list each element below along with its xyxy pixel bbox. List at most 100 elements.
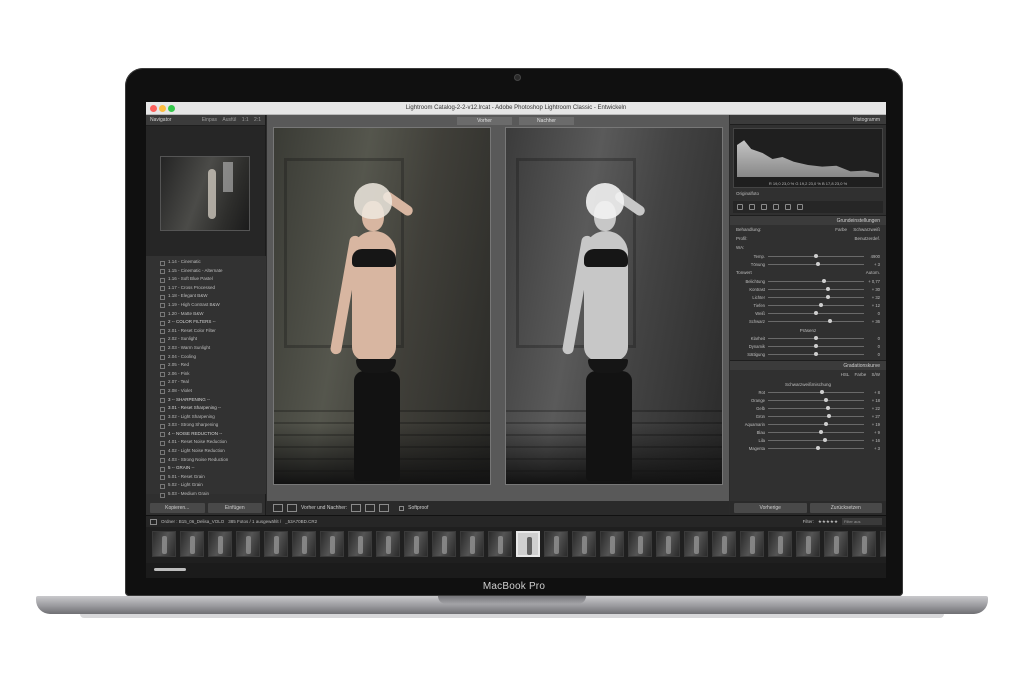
- slider-value[interactable]: + 19: [864, 422, 880, 427]
- slider-value[interactable]: + 16: [864, 438, 880, 443]
- preset-item[interactable]: 2 -- COLOR FILTERS --: [146, 318, 266, 327]
- slider-track[interactable]: [768, 445, 864, 450]
- slider-track[interactable]: [768, 397, 864, 402]
- slider-value[interactable]: 0: [864, 311, 880, 316]
- slider-knob[interactable]: [823, 421, 828, 426]
- slider-knob[interactable]: [825, 405, 830, 410]
- slider-value[interactable]: + 30: [864, 287, 880, 292]
- after-photo[interactable]: [505, 127, 723, 485]
- slider-value[interactable]: 0: [864, 336, 880, 341]
- preset-item[interactable]: 5.02 - Light Grain: [146, 481, 266, 490]
- preset-item[interactable]: 2.02 - Sunlight: [146, 335, 266, 344]
- slider-value[interactable]: + 32: [864, 295, 880, 300]
- grid-view-icon[interactable]: [150, 518, 157, 525]
- profile-value[interactable]: Benutzerdef.: [854, 236, 880, 241]
- reset-button[interactable]: Zurücksetzen: [809, 503, 882, 513]
- slider-knob[interactable]: [814, 253, 818, 258]
- slider-knob[interactable]: [819, 389, 824, 394]
- slider-value[interactable]: + 0,77: [864, 279, 880, 284]
- source-label[interactable]: Ordner : B15_06_Delisa_VOLO: [161, 519, 224, 524]
- filmstrip-thumbnail[interactable]: [852, 531, 876, 557]
- navigator-preview[interactable]: [146, 126, 265, 256]
- slider-track[interactable]: [768, 318, 864, 323]
- slider-value[interactable]: + 18: [864, 398, 880, 403]
- preset-item[interactable]: 5.03 - Medium Grain: [146, 490, 266, 499]
- slider-track[interactable]: [768, 437, 864, 442]
- zoom-fill[interactable]: Ausfül: [222, 117, 236, 123]
- tone-curve-header[interactable]: Gradationskurve: [730, 360, 886, 370]
- slider-value[interactable]: + 36: [864, 319, 880, 324]
- preset-item[interactable]: 1.18 - Elegant B&W: [146, 292, 266, 301]
- slider-value[interactable]: + 3: [864, 446, 880, 451]
- radial-filter-icon[interactable]: [785, 204, 791, 210]
- previous-button[interactable]: Vorherige: [734, 503, 807, 513]
- slider-value[interactable]: 4900: [864, 254, 880, 259]
- filmstrip-thumbnail[interactable]: [292, 531, 316, 557]
- slider-track[interactable]: [768, 278, 864, 283]
- rating-stars-icon[interactable]: ★★★★★: [818, 519, 838, 525]
- tab-hsl[interactable]: HSL: [841, 372, 850, 377]
- slider-knob[interactable]: [828, 318, 833, 323]
- preset-item[interactable]: 5.01 - Reset Grain: [146, 473, 266, 482]
- preset-item[interactable]: 5 -- GRAIN --: [146, 464, 266, 473]
- filmstrip-thumbnail[interactable]: [684, 531, 708, 557]
- preset-item[interactable]: 1.15 - Cinematic - Alternate: [146, 267, 266, 276]
- filmstrip-thumbnail[interactable]: [208, 531, 232, 557]
- filmstrip-thumbnail[interactable]: [740, 531, 764, 557]
- treatment-color[interactable]: Farbe: [835, 227, 847, 232]
- preset-item[interactable]: 4.03 - Strong Noise Reduction: [146, 456, 266, 465]
- filmstrip-thumbnail[interactable]: [656, 531, 680, 557]
- slider-track[interactable]: [768, 261, 864, 266]
- red-eye-icon[interactable]: [761, 204, 767, 210]
- filmstrip-thumbnail[interactable]: [796, 531, 820, 557]
- slider-value[interactable]: + 3: [864, 262, 880, 267]
- slider-track[interactable]: [768, 310, 864, 315]
- spot-removal-icon[interactable]: [749, 204, 755, 210]
- slider-track[interactable]: [768, 389, 864, 394]
- slider-knob[interactable]: [825, 286, 830, 291]
- histogram[interactable]: R 19,0 23,0 % G 19,2 23,0 % B 17,8 23,0 …: [733, 128, 883, 188]
- filmstrip-thumbnail[interactable]: [180, 531, 204, 557]
- preset-item[interactable]: 1.16 - Soft Blue Pastel: [146, 275, 266, 284]
- slider-knob[interactable]: [818, 302, 823, 307]
- copy-after-to-before-icon[interactable]: [365, 504, 376, 512]
- slider-knob[interactable]: [814, 343, 818, 348]
- slider-track[interactable]: [768, 294, 864, 299]
- slider-value[interactable]: + 27: [864, 414, 880, 419]
- treatment-bw[interactable]: Schwarzweiß: [853, 227, 880, 232]
- filmstrip-thumbnail[interactable]: [768, 531, 792, 557]
- filmstrip-thumbnail[interactable]: [348, 531, 372, 557]
- filmstrip-thumbnail[interactable]: [320, 531, 344, 557]
- filmstrip-thumbnail[interactable]: [880, 531, 886, 557]
- slider-track[interactable]: [768, 429, 864, 434]
- preset-item[interactable]: 3.01 - Reset Sharpening --: [146, 404, 266, 413]
- filmstrip-thumbnail[interactable]: [404, 531, 428, 557]
- preset-item[interactable]: 1.14 - Cinematic: [146, 258, 266, 267]
- basic-header[interactable]: Grundeinstellungen: [730, 215, 886, 225]
- slider-track[interactable]: [768, 413, 864, 418]
- slider-knob[interactable]: [823, 397, 828, 402]
- navigator-header[interactable]: Navigator Einpas Ausfül 1:1 2:1: [146, 115, 265, 126]
- navigator-thumbnail[interactable]: [160, 156, 250, 231]
- softproof-checkbox[interactable]: [399, 505, 405, 511]
- preset-item[interactable]: 4 -- NOISE REDUCTION --: [146, 430, 266, 439]
- filmstrip-thumbnail[interactable]: [264, 531, 288, 557]
- slider-track[interactable]: [768, 286, 864, 291]
- preset-item[interactable]: 4.02 - Light Noise Reduction: [146, 447, 266, 456]
- slider-value[interactable]: + 22: [864, 406, 880, 411]
- loupe-view-icon[interactable]: [273, 504, 283, 512]
- scroll-thumb[interactable]: [154, 568, 186, 571]
- tab-color[interactable]: Farbe: [854, 372, 866, 377]
- slider-knob[interactable]: [822, 437, 827, 442]
- tone-auto-button[interactable]: Autom.: [866, 270, 880, 275]
- slider-knob[interactable]: [815, 261, 820, 266]
- filmstrip-thumbnail[interactable]: [236, 531, 260, 557]
- filmstrip-thumbnail[interactable]: [460, 531, 484, 557]
- slider-value[interactable]: + 9: [864, 430, 880, 435]
- filmstrip-thumbnail[interactable]: [432, 531, 456, 557]
- copy-before-to-after-icon[interactable]: [351, 504, 362, 512]
- preset-item[interactable]: 3.02 - Light Sharpening: [146, 413, 266, 422]
- preset-item[interactable]: 1.17 - Cross Processed: [146, 284, 266, 293]
- slider-track[interactable]: [768, 253, 864, 258]
- swap-icon[interactable]: [379, 504, 390, 512]
